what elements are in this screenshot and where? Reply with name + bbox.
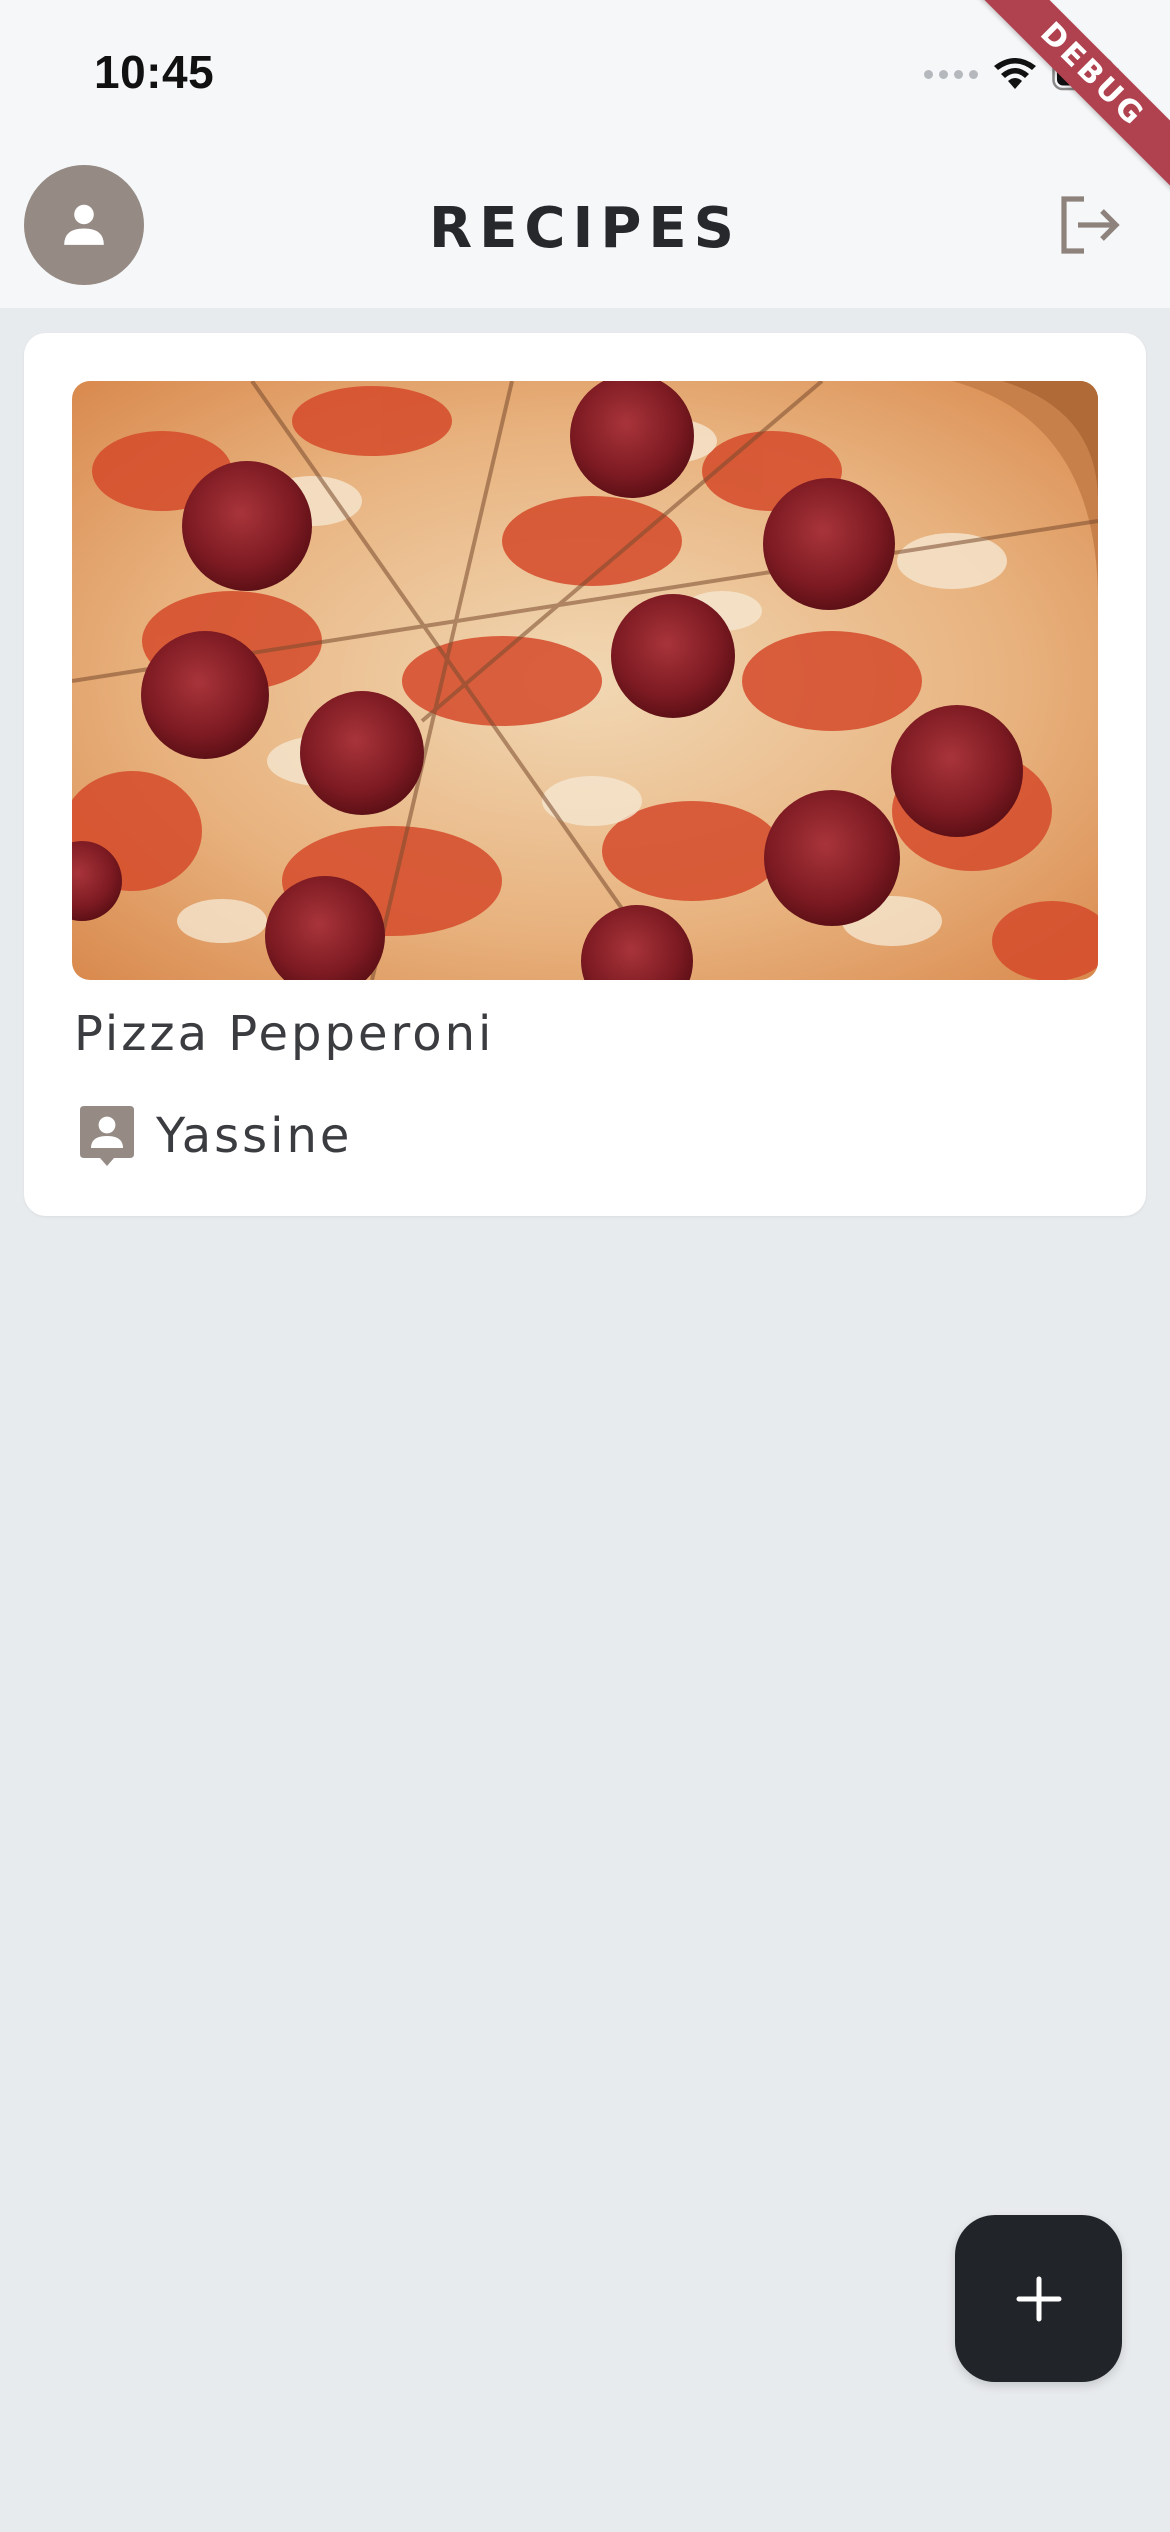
add-recipe-button[interactable] xyxy=(955,2215,1122,2382)
plus-icon xyxy=(1016,2276,1061,2321)
page-title: RECIPES xyxy=(429,196,741,261)
logout-button[interactable] xyxy=(1050,190,1130,260)
wifi-icon xyxy=(992,56,1038,92)
logout-icon xyxy=(1061,196,1120,254)
battery-icon xyxy=(1052,57,1120,91)
signal-icon xyxy=(924,69,978,79)
status-time: 10:45 xyxy=(94,46,215,98)
recipe-author: Yassine xyxy=(78,1101,352,1171)
author-name: Yassine xyxy=(156,1108,353,1164)
contact-icon xyxy=(80,1106,134,1166)
recipe-image xyxy=(72,381,1098,980)
status-icons xyxy=(924,54,1120,94)
recipe-title: Pizza Pepperoni xyxy=(74,1006,495,1062)
recipe-card[interactable]: Pizza Pepperoni Yassine xyxy=(24,333,1146,1216)
